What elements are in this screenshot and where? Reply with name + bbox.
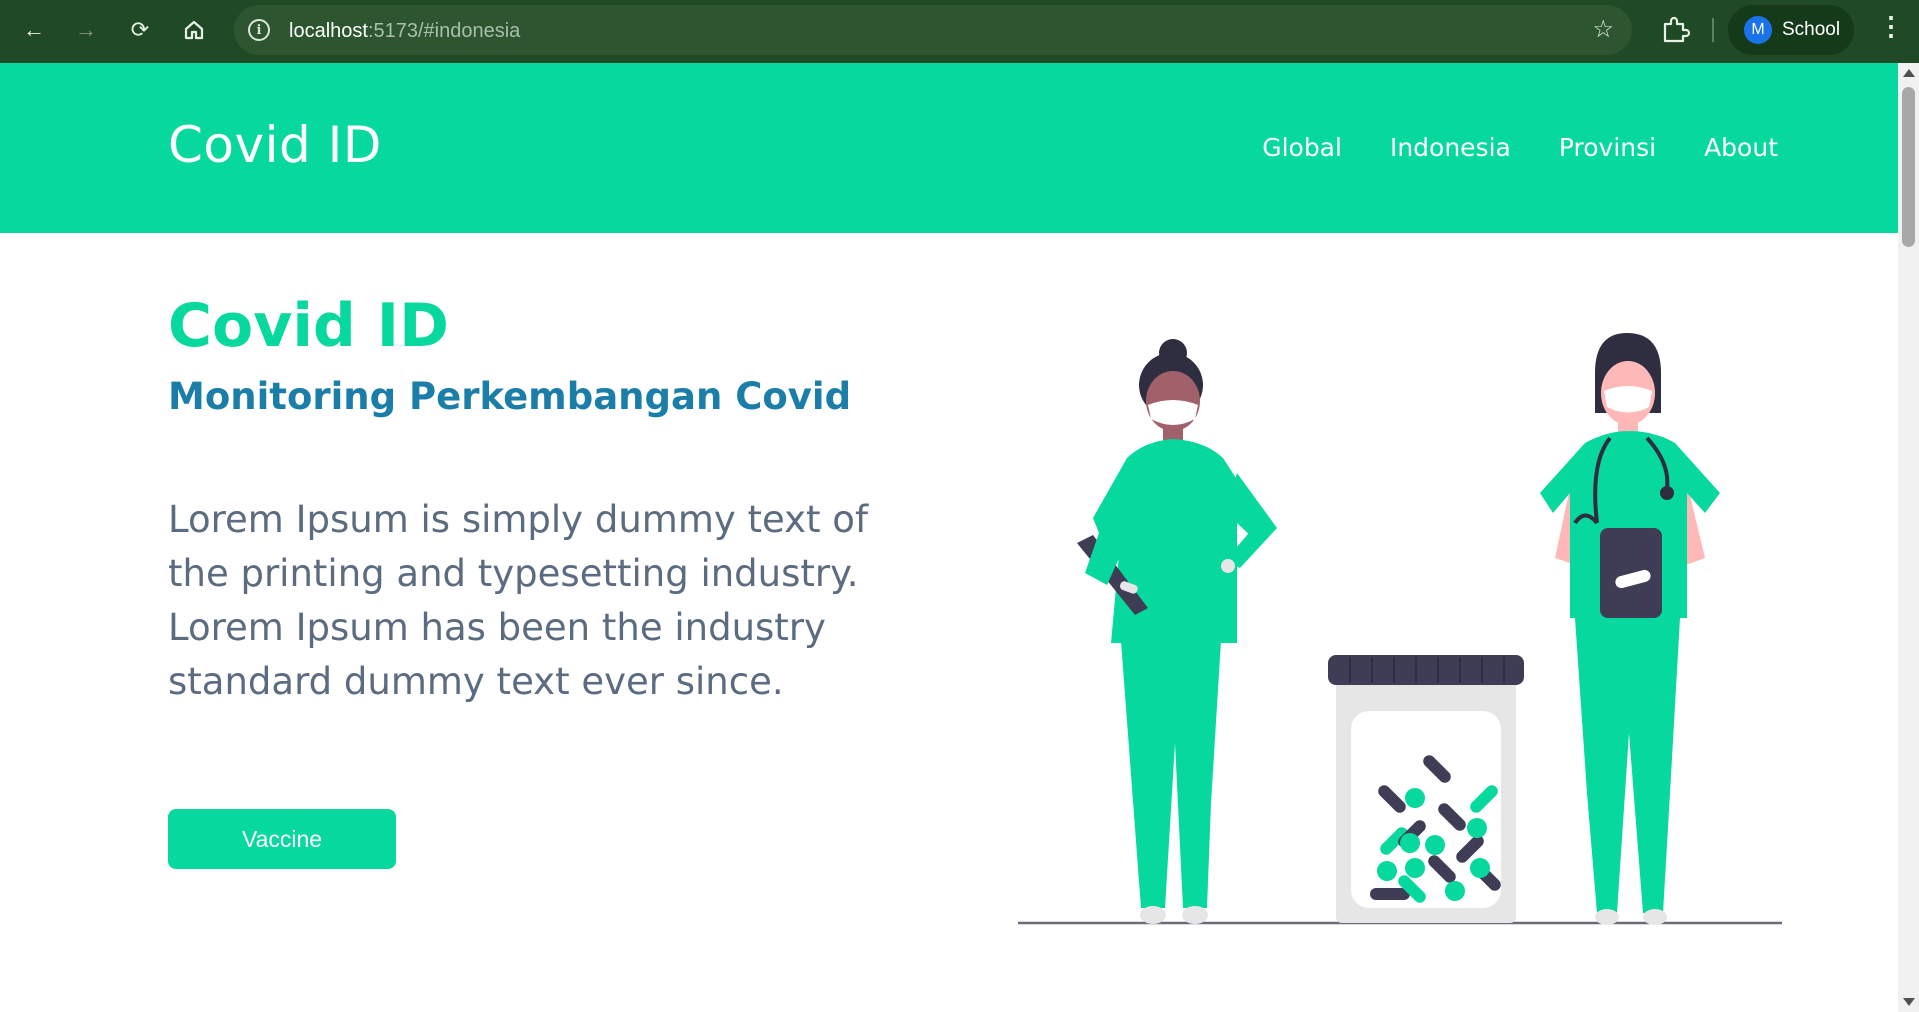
hero-subtitle: Monitoring Perkembangan Covid xyxy=(168,375,852,418)
bookmark-star-icon[interactable]: ☆ xyxy=(1592,15,1614,44)
pill-jar-figure xyxy=(1328,655,1524,923)
scroll-up-icon[interactable] xyxy=(1903,69,1915,77)
profile-button[interactable]: M School xyxy=(1728,5,1854,55)
nav-link-global[interactable]: Global xyxy=(1262,133,1342,162)
site-info-icon[interactable]: i xyxy=(248,19,270,41)
hero-description: Lorem Ipsum is simply dummy text of the … xyxy=(168,498,868,703)
page-content: Covid ID Global Indonesia Provinsi About… xyxy=(0,63,1898,1012)
scroll-down-icon[interactable] xyxy=(1903,998,1915,1006)
back-icon[interactable]: ← xyxy=(16,12,52,48)
hero-title: Covid ID xyxy=(168,291,449,361)
profile-name: School xyxy=(1782,19,1841,40)
nav-links: Global Indonesia Provinsi About xyxy=(1262,133,1778,162)
extensions-icon[interactable] xyxy=(1655,10,1695,50)
scrollbar-thumb[interactable] xyxy=(1902,87,1915,247)
toolbar-divider xyxy=(1712,18,1714,42)
more-menu-icon[interactable]: ⋮ xyxy=(1878,13,1904,39)
url-path: :5173/#indonesia xyxy=(367,20,521,42)
brand-logo[interactable]: Covid ID xyxy=(168,116,382,174)
nav-link-provinsi[interactable]: Provinsi xyxy=(1559,133,1656,162)
nurse-right-figure xyxy=(1540,333,1720,925)
url-host: localhost xyxy=(289,20,368,42)
forward-icon[interactable]: → xyxy=(68,12,104,48)
avatar: M xyxy=(1744,16,1772,44)
vaccine-button[interactable]: Vaccine xyxy=(168,809,396,869)
reload-icon[interactable]: ⟳ xyxy=(122,12,158,48)
medical-staff-illustration xyxy=(1018,333,1782,925)
site-navbar: Covid ID Global Indonesia Provinsi About xyxy=(0,63,1898,233)
nav-link-about[interactable]: About xyxy=(1704,133,1778,162)
browser-toolbar: ← → ⟳ i localhost:5173/#indonesia ☆ M Sc… xyxy=(0,0,1919,63)
nav-link-indonesia[interactable]: Indonesia xyxy=(1390,133,1511,162)
doctor-left-figure xyxy=(1077,339,1277,924)
address-bar[interactable]: i localhost:5173/#indonesia ☆ xyxy=(234,5,1632,55)
page-scrollbar[interactable] xyxy=(1898,63,1919,1012)
home-icon[interactable] xyxy=(176,12,212,48)
url-text[interactable]: localhost:5173/#indonesia xyxy=(289,20,520,43)
